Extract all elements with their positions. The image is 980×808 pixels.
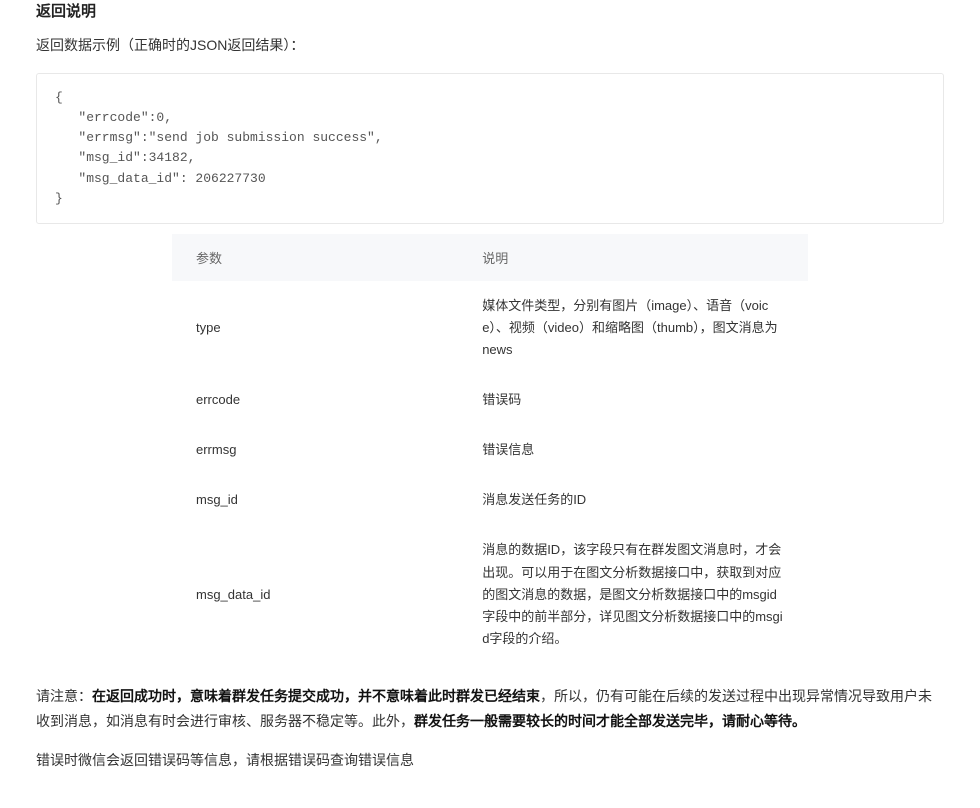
error-tip-text: 错误时微信会返回错误码等信息，请根据错误码查询错误信息 xyxy=(36,750,944,770)
json-example-code: { "errcode":0, "errmsg":"send job submis… xyxy=(36,73,944,224)
col-header-param: 参数 xyxy=(172,234,458,281)
col-header-desc: 说明 xyxy=(458,234,808,281)
param-desc-cell: 消息的数据ID，该字段只有在群发图文消息时，才会出现。可以用于在图文分析数据接口… xyxy=(458,525,808,663)
param-desc-cell: 错误码 xyxy=(458,375,808,425)
table-row: msg_data_id消息的数据ID，该字段只有在群发图文消息时，才会出现。可以… xyxy=(172,525,808,663)
table-row: type媒体文件类型，分别有图片（image）、语音（voice）、视频（vid… xyxy=(172,281,808,375)
section-heading: 返回说明 xyxy=(36,0,944,21)
table-row: msg_id消息发送任务的ID xyxy=(172,475,808,525)
param-desc-cell: 错误信息 xyxy=(458,425,808,475)
param-name-cell: msg_id xyxy=(172,475,458,525)
params-table: 参数 说明 type媒体文件类型，分别有图片（image）、语音（voice）、… xyxy=(172,234,808,664)
param-name-cell: type xyxy=(172,281,458,375)
notice-bold-2: 群发任务一般需要较长的时间才能全部发送完毕，请耐心等待。 xyxy=(414,713,806,729)
table-header-row: 参数 说明 xyxy=(172,234,808,281)
notice-prefix: 请注意： xyxy=(36,688,92,704)
param-desc-cell: 媒体文件类型，分别有图片（image）、语音（voice）、视频（video）和… xyxy=(458,281,808,375)
table-row: errcode错误码 xyxy=(172,375,808,425)
notice-paragraph: 请注意：在返回成功时，意味着群发任务提交成功，并不意味着此时群发已经结束，所以，… xyxy=(36,684,944,734)
param-name-cell: errcode xyxy=(172,375,458,425)
param-name-cell: msg_data_id xyxy=(172,525,458,663)
param-name-cell: errmsg xyxy=(172,425,458,475)
notice-bold-1: 在返回成功时，意味着群发任务提交成功，并不意味着此时群发已经结束 xyxy=(92,688,540,704)
param-desc-cell: 消息发送任务的ID xyxy=(458,475,808,525)
table-row: errmsg错误信息 xyxy=(172,425,808,475)
intro-text: 返回数据示例（正确时的JSON返回结果）： xyxy=(36,35,944,55)
